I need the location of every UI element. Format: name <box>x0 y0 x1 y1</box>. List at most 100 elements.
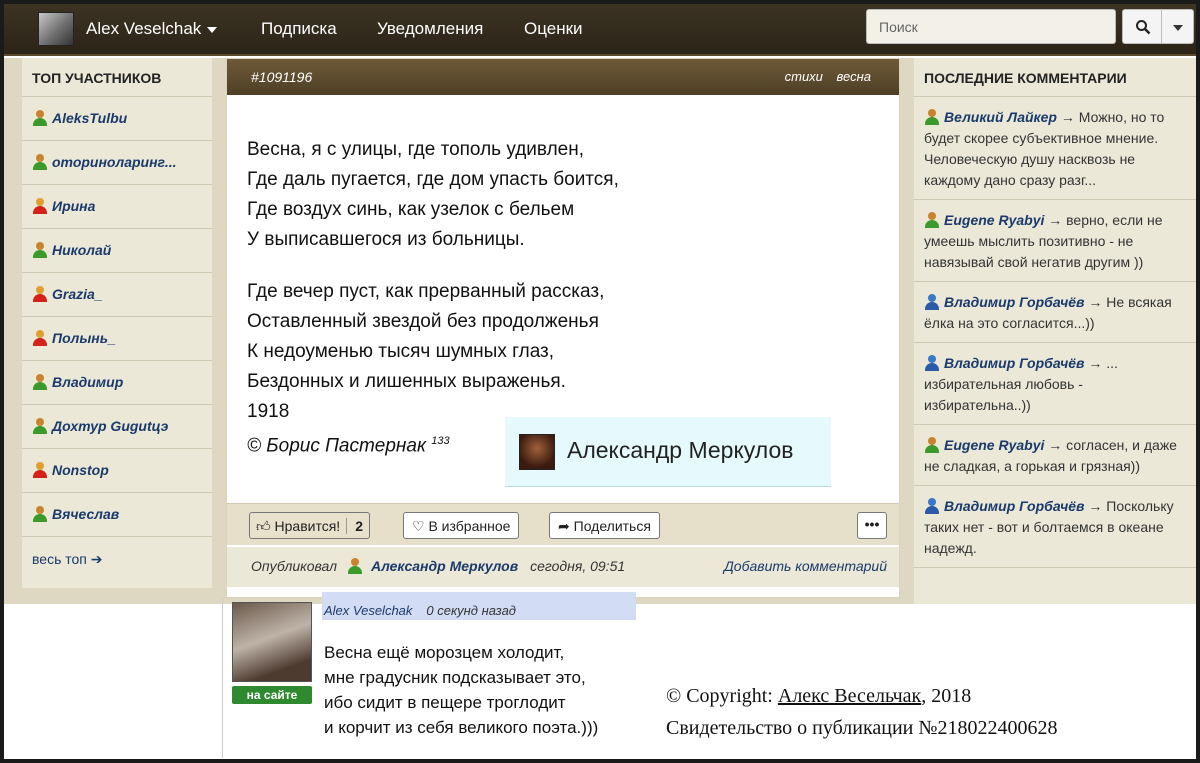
tag-link[interactable]: весна <box>837 69 871 84</box>
top-member-item[interactable]: Полынь_ <box>22 317 212 361</box>
member-name: оториноларинг... <box>52 154 177 170</box>
like-count: 2 <box>346 518 363 534</box>
user-green-icon <box>32 506 48 522</box>
reply-line: и корчит из себя великого поэта.))) <box>324 718 599 737</box>
comment-author[interactable]: Eugene Ryabyi <box>944 212 1044 228</box>
poem-text: Весна, я с улицы, где тополь удивлен, Гд… <box>247 135 619 449</box>
add-comment-link[interactable]: Добавить комментарий <box>724 558 887 574</box>
favorite-button[interactable]: ♡ В избранное <box>403 512 520 539</box>
poem-line: Оставленный звездой без продолженья <box>247 311 599 332</box>
comment-author[interactable]: Eugene Ryabyi <box>944 437 1044 453</box>
top-member-item[interactable]: Дохтур Gugutцэ <box>22 405 212 449</box>
signature-superscript: 133 <box>431 435 450 447</box>
like-button[interactable]: 👍︎ Нравится! 2 <box>249 512 370 539</box>
post-header: #1091196 стихи весна <box>227 59 899 95</box>
user-green-icon <box>347 558 363 574</box>
search-dropdown-button[interactable] <box>1162 9 1194 44</box>
reply-line: ибо сидит в пещере троглодит <box>324 693 566 712</box>
top-member-item[interactable]: AleksTulbu <box>22 97 212 141</box>
user-green-icon <box>32 242 48 258</box>
nav-notifications[interactable]: Уведомления <box>377 19 483 39</box>
copyright-prefix: © Copyright: <box>666 685 778 707</box>
latest-comments-sidebar: ПОСЛЕДНИЕ КОММЕНТАРИИ Великий Лайкер → М… <box>914 58 1196 604</box>
certificate-text: Свидетельство о публикации №218022400628 <box>666 717 1058 739</box>
comment-author[interactable]: Владимир Горбачёв <box>944 355 1085 371</box>
top-member-item[interactable]: Grazia_ <box>22 273 212 317</box>
top-member-item[interactable]: Nonstop <box>22 449 212 493</box>
reply-line: Весна ещё морозцем холодит, <box>324 643 565 662</box>
reply-text: Весна ещё морозцем холодит, мне градусни… <box>324 640 598 740</box>
top-member-item[interactable]: оториноларинг... <box>22 141 212 185</box>
tag-link[interactable]: стихи <box>785 69 823 84</box>
comment-item[interactable]: Владимир Горбачёв → Поскольку таких нет … <box>914 486 1196 568</box>
poem-line: К недоуменью тысяч шумных глаз, <box>247 341 555 362</box>
member-name: Ирина <box>52 198 96 214</box>
user-green-icon <box>32 418 48 434</box>
like-label: Нравится! <box>274 518 341 534</box>
poem-stanza: Весна, я с улицы, где тополь удивлен, Гд… <box>247 135 619 255</box>
author-popup[interactable]: Александр Меркулов <box>505 417 831 487</box>
reply-avatar[interactable] <box>232 602 312 682</box>
poem-stanza: Где вечер пуст, как прерванный рассказ, … <box>247 277 619 427</box>
comment-item[interactable]: Eugene Ryabyi → согласен, и даже не слад… <box>914 425 1196 486</box>
published-time: сегодня, 09:51 <box>530 558 626 574</box>
search-input[interactable]: Поиск <box>866 9 1116 44</box>
comment-author[interactable]: Великий Лайкер <box>944 109 1057 125</box>
comment-item[interactable]: Владимир Горбачёв → ... избирательная лю… <box>914 343 1196 425</box>
top-member-item[interactable]: Ирина <box>22 185 212 229</box>
share-button[interactable]: ➦ Поделиться <box>549 512 660 539</box>
published-label: Опубликовал <box>251 558 338 574</box>
published-author-link[interactable]: Александр Меркулов <box>371 558 518 574</box>
nav-subscription[interactable]: Подписка <box>261 19 337 39</box>
share-arrow-icon: ➦ <box>558 518 570 534</box>
arrow-right-icon: ➔ <box>90 551 103 567</box>
author-popup-name: Александр Меркулов <box>567 437 794 463</box>
user-blue-icon <box>924 294 940 310</box>
user-blue-icon <box>924 355 940 371</box>
user-green-icon <box>924 109 940 125</box>
signature-text: © Борис Пастернак <box>247 435 426 457</box>
user-red-icon <box>32 330 48 346</box>
more-options-button[interactable]: ••• <box>857 512 887 539</box>
top-members-sidebar: ТОП УЧАСТНИКОВ AleksTulbu оториноларинг.… <box>22 58 212 588</box>
post-card: #1091196 стихи весна Весна, я с улицы, г… <box>226 58 900 598</box>
chevron-down-icon <box>1173 25 1183 31</box>
post-tags: стихи весна <box>775 69 871 84</box>
copyright-author-link[interactable]: Алекс Весельчак <box>778 685 921 707</box>
comment-author[interactable]: Владимир Горбачёв <box>944 294 1085 310</box>
favorite-label: В избранное <box>428 518 511 534</box>
sidebar-title: ТОП УЧАСТНИКОВ <box>22 58 212 97</box>
comment-author[interactable]: Владимир Горбачёв <box>944 498 1085 514</box>
top-member-item[interactable]: Владимир <box>22 361 212 405</box>
poem-signature: © Борис Пастернак 133 <box>247 435 450 457</box>
post-id[interactable]: #1091196 <box>251 69 312 85</box>
top-member-item[interactable]: Вячеслав <box>22 493 212 537</box>
all-top-label: весь топ <box>32 551 87 567</box>
user-menu[interactable]: Alex Veselchak <box>86 19 218 39</box>
heart-icon: ♡ <box>412 518 425 534</box>
poem-line: У выписавшегося из больницы. <box>247 229 525 250</box>
search-button[interactable] <box>1122 9 1162 44</box>
reply-time: 0 секунд назад <box>426 603 516 618</box>
nav-ratings[interactable]: Оценки <box>524 19 583 39</box>
comment-item[interactable]: Eugene Ryabyi → верно, если не умеешь мы… <box>914 200 1196 282</box>
top-member-item[interactable]: Николай <box>22 229 212 273</box>
member-name: Дохтур Gugutцэ <box>52 418 169 434</box>
published-bar: Опубликовал Александр Меркулов сегодня, … <box>227 547 899 587</box>
user-blue-icon <box>924 498 940 514</box>
poem-line: Где вечер пуст, как прерванный рассказ, <box>247 281 605 302</box>
reply-author[interactable]: Alex Veselchak <box>324 603 412 618</box>
member-name: Grazia_ <box>52 286 103 302</box>
thumbs-up-icon: 👍︎ <box>256 518 271 534</box>
comment-item[interactable]: Великий Лайкер → Можно, но то будет скор… <box>914 97 1196 200</box>
copyright-block: © Copyright: Алекс Весельчак, 2018 Свиде… <box>666 680 1057 744</box>
reply-header: Alex Veselchak 0 секунд назад <box>322 592 636 620</box>
comment-item[interactable]: Владимир Горбачёв → Не всякая ёлка на эт… <box>914 282 1196 343</box>
member-name: Владимир <box>52 374 124 390</box>
user-green-icon <box>924 437 940 453</box>
user-avatar[interactable] <box>38 12 74 46</box>
poem-line: Где воздух синь, как узелок с бельем <box>247 199 575 220</box>
all-top-link[interactable]: весь топ ➔ <box>22 537 212 582</box>
member-name: Вячеслав <box>52 506 120 522</box>
poem-line: Весна, я с улицы, где тополь удивлен, <box>247 139 584 160</box>
